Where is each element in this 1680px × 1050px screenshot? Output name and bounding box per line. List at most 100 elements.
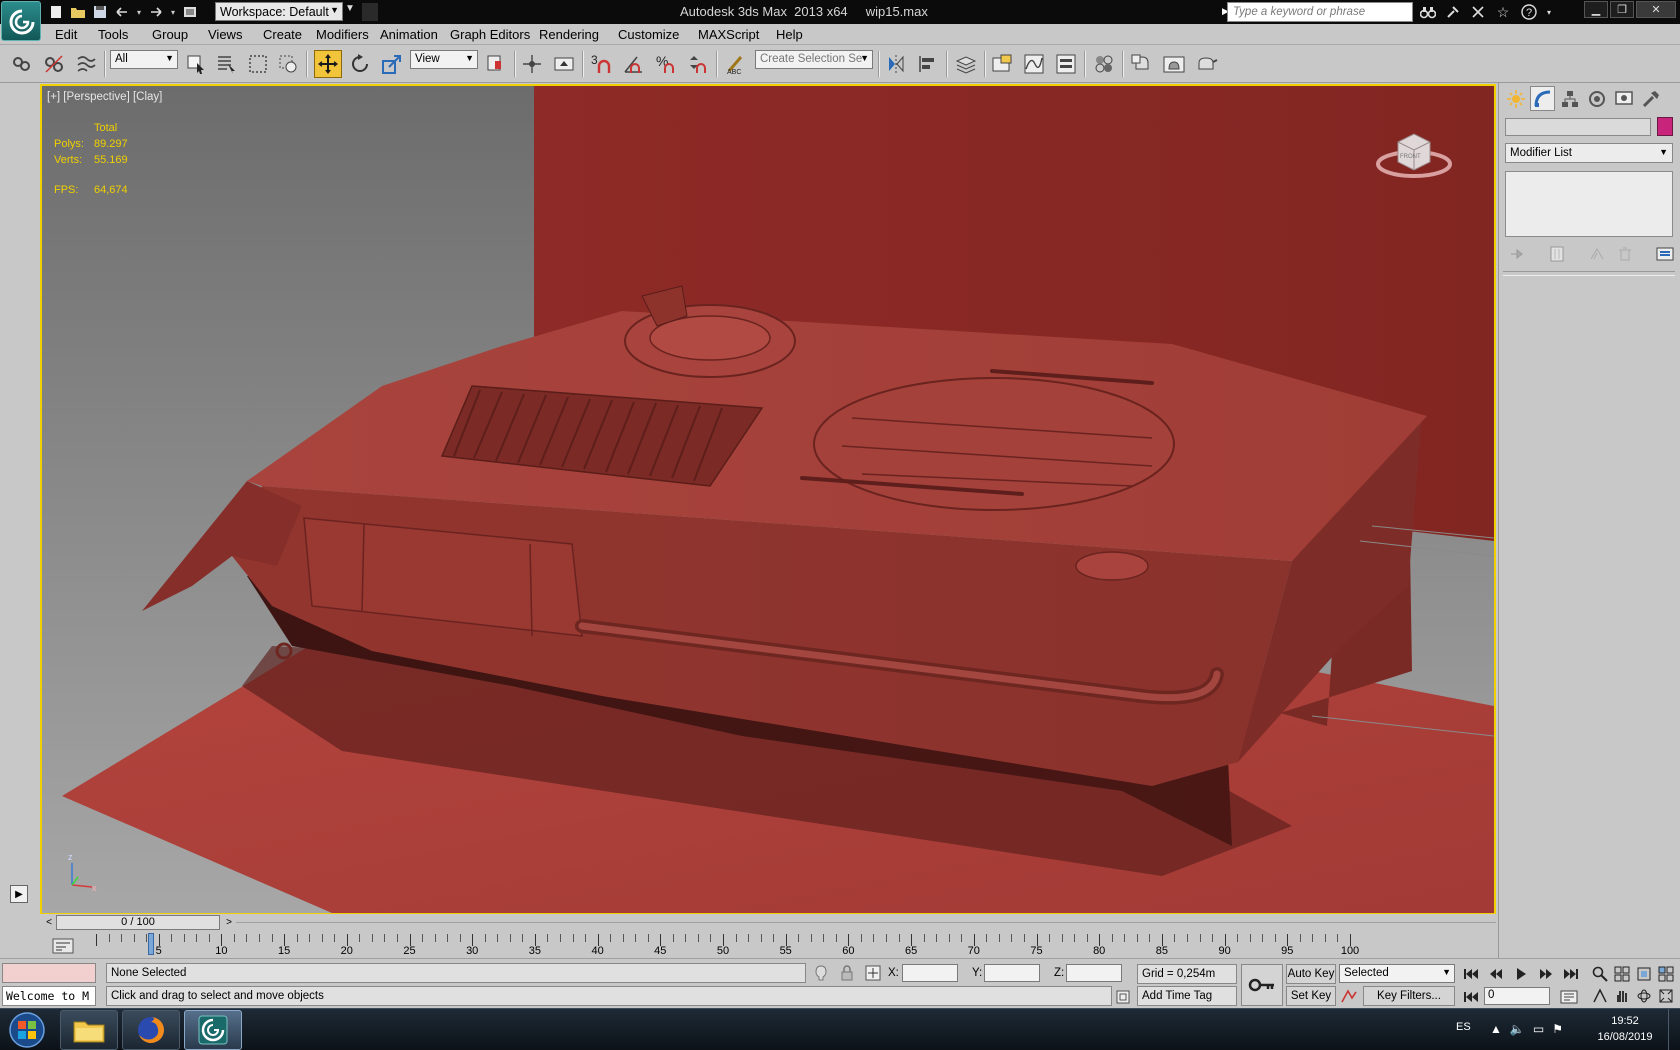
set-key-button[interactable]: Set Key xyxy=(1286,986,1336,1006)
start-button[interactable] xyxy=(4,1010,50,1050)
save-file-icon[interactable] xyxy=(90,2,110,22)
time-slider-prev-button[interactable]: < xyxy=(42,915,56,930)
new-scene-icon[interactable] xyxy=(46,2,66,22)
angle-snap-icon[interactable] xyxy=(620,50,648,78)
redo-icon[interactable] xyxy=(146,2,166,22)
isolate-selection-icon[interactable] xyxy=(812,964,830,982)
help-icon[interactable]: ? xyxy=(1518,2,1540,22)
qat-customize-icon[interactable]: ▼ xyxy=(345,3,357,20)
render-setup-icon[interactable] xyxy=(1128,50,1156,78)
time-slider[interactable]: < 0 / 100 > xyxy=(40,914,1496,932)
key-filters-button[interactable]: Key Filters... xyxy=(1363,986,1455,1006)
select-object-icon[interactable] xyxy=(182,50,210,78)
zoom-icon[interactable] xyxy=(1590,964,1610,984)
tray-expand-icon[interactable]: ▲ xyxy=(1490,1022,1502,1036)
curve-editor-icon[interactable] xyxy=(1020,50,1048,78)
add-time-tag-button[interactable]: Add Time Tag xyxy=(1137,986,1237,1006)
communication-center-icon[interactable] xyxy=(1468,2,1488,22)
render-production-icon[interactable] xyxy=(1192,50,1220,78)
volume-icon[interactable]: 🔈 xyxy=(1510,1022,1525,1036)
binoculars-icon[interactable] xyxy=(1418,2,1438,22)
select-and-scale-icon[interactable] xyxy=(378,50,406,78)
play-icon[interactable] xyxy=(1510,964,1532,984)
time-tag-icon[interactable] xyxy=(1115,989,1131,1005)
maxscript-listener-output[interactable] xyxy=(2,963,96,983)
menu-tools[interactable]: Tools xyxy=(98,27,128,42)
favorites-star-icon[interactable]: ☆ xyxy=(1493,2,1513,22)
configure-modifier-sets-icon[interactable] xyxy=(1655,244,1675,264)
viewcube[interactable]: FRONT xyxy=(1374,120,1454,180)
motion-tab-icon[interactable] xyxy=(1584,86,1609,111)
time-slider-thumb[interactable]: 0 / 100 xyxy=(56,915,220,930)
reference-coordinate-dropdown[interactable]: View ▼ xyxy=(410,50,478,69)
make-unique-icon[interactable] xyxy=(1587,244,1607,264)
window-crossing-icon[interactable] xyxy=(274,50,302,78)
unlink-selection-icon[interactable] xyxy=(40,50,68,78)
go-to-end-icon[interactable] xyxy=(1560,964,1582,984)
select-and-link-icon[interactable] xyxy=(8,50,36,78)
z-coordinate-field[interactable] xyxy=(1066,964,1122,982)
infocenter-search-input[interactable]: Type a keyword or phrase xyxy=(1227,2,1413,22)
select-by-name-icon[interactable] xyxy=(212,50,240,78)
undo-icon[interactable] xyxy=(112,2,132,22)
snaps-toggle-icon[interactable]: 3 xyxy=(588,50,616,78)
taskbar-explorer[interactable] xyxy=(60,1010,118,1050)
menu-animation[interactable]: Animation xyxy=(380,27,438,42)
menu-help[interactable]: Help xyxy=(776,27,803,42)
spinner-snap-icon[interactable] xyxy=(684,50,712,78)
object-name-field[interactable] xyxy=(1505,118,1651,136)
app-menu-button[interactable] xyxy=(1,1,41,41)
modifier-list-dropdown[interactable]: Modifier List ▼ xyxy=(1505,143,1673,163)
selection-filter-dropdown[interactable]: All ▼ xyxy=(110,50,178,69)
minimize-button[interactable]: ▁ xyxy=(1584,1,1608,18)
network-icon[interactable]: ▭ xyxy=(1533,1022,1544,1036)
edit-named-selection-icon[interactable]: ABC xyxy=(722,50,750,78)
action-center-flag-icon[interactable]: ⚑ xyxy=(1552,1022,1563,1036)
taskbar-clock[interactable]: 19:52 16/08/2019 xyxy=(1590,1013,1660,1045)
close-button[interactable]: ✕ xyxy=(1636,1,1676,18)
menu-modifiers[interactable]: Modifiers xyxy=(316,27,369,42)
zoom-extents-icon[interactable] xyxy=(1634,964,1654,984)
undo-dropdown-icon[interactable]: ▾ xyxy=(134,2,144,22)
maximize-button[interactable]: ❐ xyxy=(1610,1,1634,18)
menu-maxscript[interactable]: MAXScript xyxy=(698,27,759,42)
rendered-frame-window-icon[interactable] xyxy=(1160,50,1188,78)
menu-graph-editors[interactable]: Graph Editors xyxy=(450,27,530,42)
taskbar-firefox[interactable] xyxy=(122,1010,180,1050)
align-icon[interactable] xyxy=(914,50,942,78)
viewport-label-menu[interactable]: [+] [Perspective] [Clay] xyxy=(47,91,162,103)
maxscript-listener-input[interactable]: Welcome to M xyxy=(2,986,96,1006)
frame-ruler[interactable]: 5 10 15 20 25 30 35 40 45 50 55 60 65 70 75 80 85 90 95 100 xyxy=(96,932,1490,958)
selection-set-dropdown[interactable]: Selected ▼ xyxy=(1339,964,1455,983)
keyboard-shortcut-override-icon[interactable] xyxy=(550,50,578,78)
zoom-extents-all-icon[interactable] xyxy=(1656,964,1676,984)
menu-create[interactable]: Create xyxy=(263,27,302,42)
pin-stack-icon[interactable] xyxy=(1507,244,1527,264)
default-in-out-tangents-icon[interactable] xyxy=(1339,987,1359,1005)
remove-modifier-icon[interactable] xyxy=(1615,244,1635,264)
y-coordinate-field[interactable] xyxy=(984,964,1040,982)
show-desktop-button[interactable] xyxy=(1668,1009,1680,1050)
modifier-stack[interactable] xyxy=(1505,171,1673,237)
help-dropdown-icon[interactable]: ▾ xyxy=(1545,2,1553,22)
display-tab-icon[interactable] xyxy=(1611,86,1636,111)
pan-hand-icon[interactable] xyxy=(1612,986,1632,1006)
track-bar[interactable]: 5 10 15 20 25 30 35 40 45 50 55 60 65 70 75 80 85 90 95 100 xyxy=(40,932,1496,958)
key-mode-toggle-icon[interactable] xyxy=(1460,987,1482,1007)
menu-views[interactable]: Views xyxy=(208,27,242,42)
schematic-view-icon[interactable] xyxy=(1052,50,1080,78)
auto-key-button[interactable]: Auto Key xyxy=(1286,964,1336,984)
perspective-viewport[interactable]: [+] [Perspective] [Clay] Total Polys: 89.… xyxy=(40,84,1496,915)
current-frame-spinner[interactable]: 0 xyxy=(1484,987,1550,1005)
menu-rendering[interactable]: Rendering xyxy=(539,27,599,42)
time-slider-next-button[interactable]: > xyxy=(222,915,236,930)
subscription-center-icon[interactable] xyxy=(1443,2,1463,22)
project-folder-icon[interactable] xyxy=(180,2,200,22)
redo-dropdown-icon[interactable]: ▾ xyxy=(168,2,178,22)
utilities-tab-icon[interactable] xyxy=(1638,86,1663,111)
named-selection-sets-dropdown[interactable]: Create Selection Se ▼ xyxy=(755,50,873,69)
taskbar-3ds-max[interactable] xyxy=(184,1010,242,1050)
select-and-manipulate-icon[interactable] xyxy=(518,50,546,78)
menu-edit[interactable]: Edit xyxy=(55,27,77,42)
maximize-viewport-icon[interactable] xyxy=(1656,986,1676,1006)
